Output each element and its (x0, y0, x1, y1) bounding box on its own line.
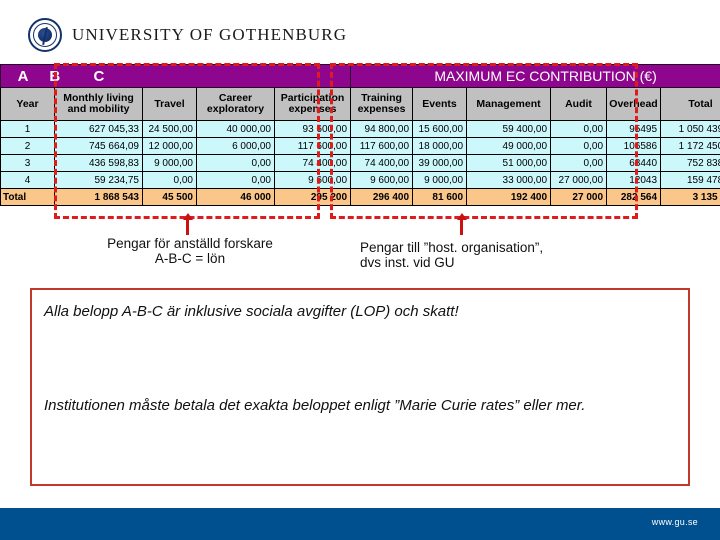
callout-left-line1: Pengar för anställd forskare (107, 236, 273, 251)
university-logo: UNIVERSITY OF GOTHENBURG (28, 18, 347, 52)
dashed-highlight-right (330, 63, 638, 219)
university-name: UNIVERSITY OF GOTHENBURG (72, 25, 348, 44)
cell-year: 3 (0, 154, 55, 172)
callout-right-line2: dvs inst. vid GU (360, 255, 455, 270)
dashed-highlight-left (54, 63, 320, 219)
cell-total: 752 838,71 (660, 154, 720, 172)
callout-arrow-right (460, 219, 463, 235)
cell-total: 159 478,23 (660, 171, 720, 189)
col-header-total: Total (660, 87, 720, 121)
note-line-1: Alla belopp A-B-C är inklusive sociala a… (44, 303, 459, 320)
callout-arrow-left (186, 219, 189, 235)
footer-bar: www.gu.se (0, 508, 720, 540)
cell-total: 1 172 450,50 (660, 137, 720, 155)
label-a: A (17, 67, 29, 85)
cell-year: 1 (0, 120, 55, 138)
callout-caption-right: Pengar till ”host. organisation”, dvs in… (360, 240, 650, 270)
callout-caption-left: Pengar för anställd forskare A-B-C = lön (60, 236, 320, 266)
note-line-2: Institutionen måste betala det exakta be… (44, 397, 586, 414)
callout-left-line2: A-B-C = lön (154, 251, 226, 266)
cell-total-total: 3 135 207 (660, 188, 720, 206)
cell-year: 4 (0, 171, 55, 189)
footer-url: www.gu.se (651, 517, 698, 527)
university-seal-icon (28, 18, 62, 52)
cell-total-label: Total (0, 188, 55, 206)
cell-total: 1 050 439,88 (660, 120, 720, 138)
notes-box: Alla belopp A-B-C är inklusive sociala a… (30, 288, 690, 486)
callout-right-line1: Pengar till ”host. organisation”, (360, 240, 544, 255)
cell-year: 2 (0, 137, 55, 155)
col-header-year: Year (0, 87, 55, 121)
slide-root: UNIVERSITY OF GOTHENBURG A B C MAXIMUM E… (0, 0, 720, 540)
